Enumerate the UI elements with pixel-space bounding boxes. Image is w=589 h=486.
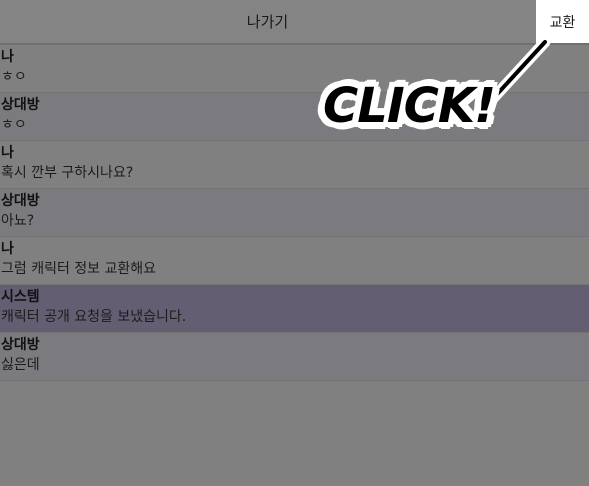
chat-message: 나 혹시 깐부 구하시나요? xyxy=(0,141,589,189)
message-text: 그럼 캐릭터 정보 교환해요 xyxy=(1,261,157,277)
message-sender: 나 xyxy=(1,241,14,257)
message-sender: 상대방 xyxy=(1,337,40,353)
system-message: 시스템 캐릭터 공개 요청을 보냈습니다. xyxy=(0,285,589,333)
chat-message: 나 그럼 캐릭터 정보 교환해요 xyxy=(0,237,589,285)
exchange-button[interactable]: 교환 xyxy=(536,0,589,43)
message-sender: 상대방 xyxy=(1,193,40,209)
message-sender: 상대방 xyxy=(1,97,40,113)
chat-message: 상대방 ㅎㅇ xyxy=(0,93,589,141)
message-text: ㅎㅇ xyxy=(1,69,27,85)
message-text: ㅎㅇ xyxy=(1,117,27,133)
chat-message: 나 ㅎㅇ xyxy=(0,45,589,93)
message-text: 캐릭터 공개 요청을 보냈습니다. xyxy=(1,309,187,325)
message-text: 아뇨? xyxy=(1,213,35,229)
message-sender: 나 xyxy=(1,145,14,161)
chat-message-list: 나 ㅎㅇ 상대방 ㅎㅇ 나 혹시 깐부 구하시나요? 상대방 아뇨? 나 그럼 … xyxy=(0,45,589,381)
top-bar: 나가기 교환 xyxy=(0,0,589,45)
click-callout-label: CLICK! xyxy=(323,78,496,134)
message-text: 혹시 깐부 구하시나요? xyxy=(1,165,134,181)
chat-message: 상대방 아뇨? xyxy=(0,189,589,237)
message-sender: 나 xyxy=(1,49,14,65)
message-text: 싫은데 xyxy=(1,357,40,373)
message-sender: 시스템 xyxy=(1,289,40,305)
chat-message: 상대방 싫은데 xyxy=(0,333,589,381)
leave-button[interactable]: 나가기 xyxy=(0,0,535,43)
